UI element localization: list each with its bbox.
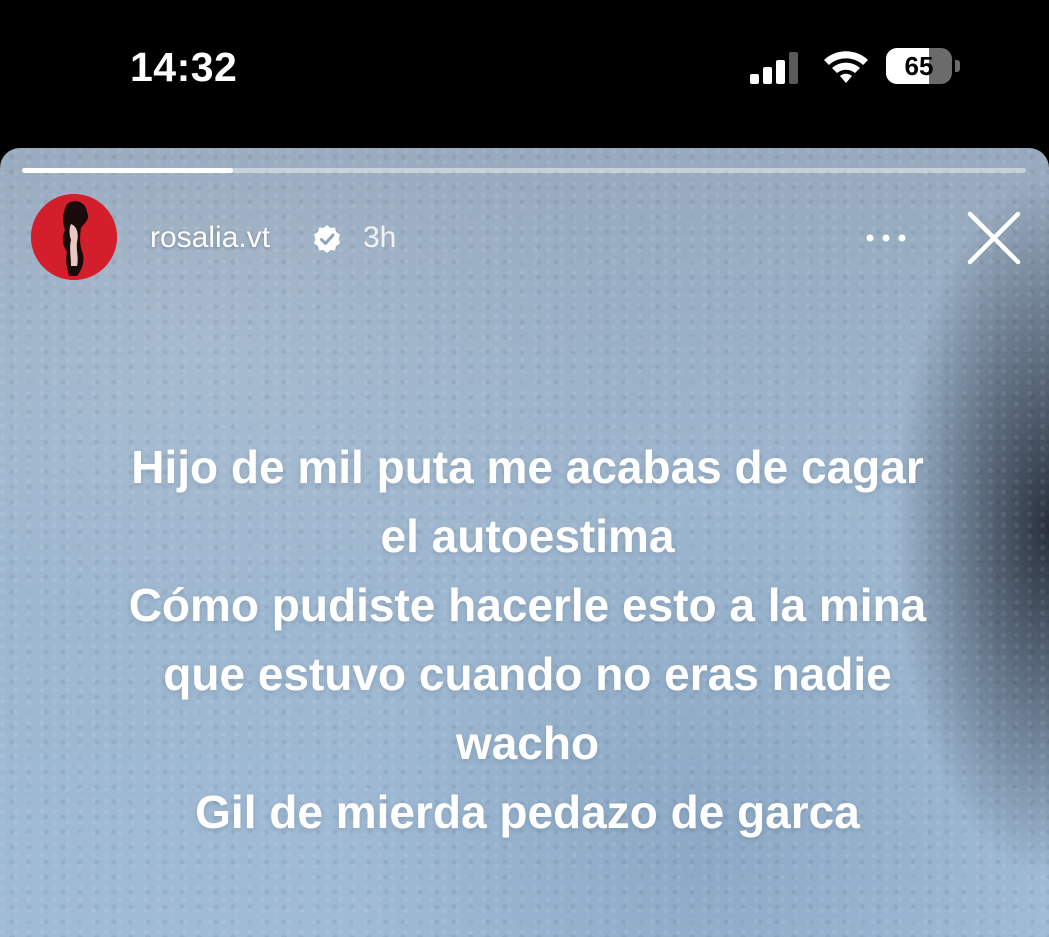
battery-nub [955,60,960,72]
story-username[interactable]: rosalia.vt [150,221,270,255]
story-text-line: Gil de mierda pedazo de garca [195,786,860,838]
more-icon[interactable] [862,226,910,250]
wifi-icon [824,51,868,83]
status-time: 14:32 [130,44,238,90]
story-text-line: Cómo pudiste hacerle esto a la mina [128,579,927,631]
avatar[interactable] [31,194,117,280]
story-text: Hijo de mil puta me acabas de cagar el a… [40,433,1015,847]
battery-icon: 65 [886,48,960,86]
status-bar: 14:32 65 [0,0,1049,148]
story-progress-fill [22,168,233,173]
close-icon[interactable] [966,210,1022,266]
story-view[interactable]: rosalia.vt 3h Hijo de mil puta me acabas… [0,148,1049,937]
battery-level: 65 [904,51,934,81]
battery-body: 65 [886,48,952,84]
story-text-line: que estuvo cuando no eras nadie [163,648,892,700]
story-progress-bar [22,168,1026,173]
signal-icon [750,52,798,84]
avatar-figure [31,194,117,280]
verified-icon [314,225,340,253]
story-text-line: Hijo de mil puta me acabas de cagar [131,441,924,493]
story-text-line: wacho [455,717,600,769]
story-text-line: el autoestima [380,510,675,562]
story-time: 3h [363,221,397,254]
